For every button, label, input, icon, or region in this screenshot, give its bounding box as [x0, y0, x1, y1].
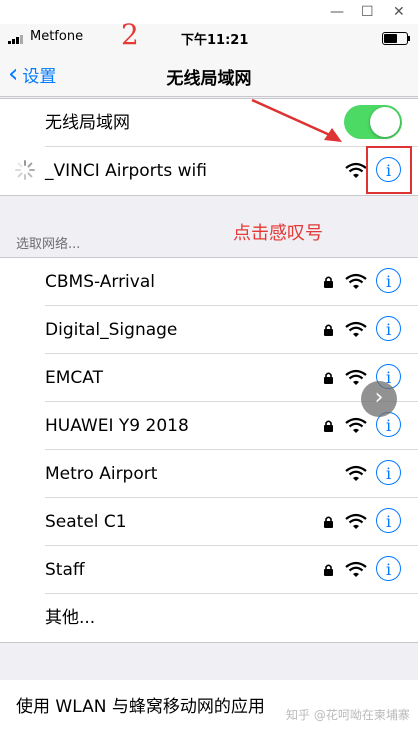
wifi-signal-icon	[345, 321, 367, 337]
network-row[interactable]: Staff i	[0, 546, 418, 594]
wifi-signal-icon	[345, 465, 367, 481]
network-row[interactable]: Metro Airport i	[0, 450, 418, 498]
network-name: HUAWEI Y9 2018	[45, 416, 189, 436]
window-title-bar: — ☐ ✕	[0, 0, 418, 24]
lock-icon	[324, 420, 333, 432]
network-name: CBMS-Arrival	[45, 272, 155, 292]
battery-icon	[382, 32, 410, 45]
section-header: 选取网络...	[16, 237, 81, 252]
lock-icon	[324, 564, 333, 576]
scroll-next-button[interactable]: ›	[361, 381, 397, 417]
network-name: Seatel C1	[45, 512, 127, 532]
network-row[interactable]: CBMS-Arrival i	[0, 258, 418, 306]
info-icon[interactable]: i	[376, 556, 401, 581]
info-icon[interactable]: i	[376, 268, 401, 293]
network-name: Metro Airport	[45, 464, 158, 484]
status-bar: Metfone 下午11:21	[0, 24, 418, 52]
network-name: EMCAT	[45, 368, 103, 388]
network-row[interactable]: HUAWEI Y9 2018 i	[0, 402, 418, 450]
lock-icon	[324, 324, 333, 336]
apps-using-wlan-label: 使用 WLAN 与蜂窝移动网的应用	[16, 697, 265, 717]
network-row[interactable]: EMCAT i	[0, 354, 418, 402]
wifi-signal-icon	[345, 561, 367, 577]
wifi-signal-icon	[345, 162, 367, 178]
networks-list: CBMS-Arrival i Digital_Signage i EMCAT i HUAWE…	[0, 257, 418, 643]
minimize-button[interactable]: —	[330, 2, 344, 22]
connected-network-name: _VINCI Airports wifi	[45, 161, 207, 181]
close-button[interactable]: ✕	[393, 2, 405, 22]
network-row[interactable]: Digital_Signage i	[0, 306, 418, 354]
lock-icon	[324, 516, 333, 528]
status-time: 下午11:21	[181, 33, 249, 48]
wifi-signal-icon	[345, 513, 367, 529]
annotation-step-number: 2	[121, 18, 139, 51]
info-icon[interactable]: i	[376, 508, 401, 533]
signal-strength-icon	[8, 34, 26, 44]
wifi-signal-icon	[345, 417, 367, 433]
other-network-label: 其他...	[45, 608, 96, 628]
annotation-highlight-box	[366, 146, 412, 194]
lock-icon	[324, 276, 333, 288]
wifi-toggle-label: 无线局域网	[45, 113, 130, 133]
page-title: 无线局域网	[166, 69, 252, 89]
network-name: Digital_Signage	[45, 320, 178, 340]
network-row[interactable]: Seatel C1 i	[0, 498, 418, 546]
wifi-signal-icon	[345, 369, 367, 385]
watermark: 知乎 @花呵呦在柬埔寨	[286, 708, 410, 722]
carrier-name: Metfone	[30, 29, 84, 44]
maximize-button[interactable]: ☐	[361, 2, 374, 22]
info-icon[interactable]: i	[376, 316, 401, 341]
network-name: Staff	[45, 560, 85, 580]
wifi-signal-icon	[345, 273, 367, 289]
navigation-bar: ‹ 设置 无线局域网	[0, 52, 418, 97]
info-icon[interactable]: i	[376, 460, 401, 485]
annotation-arrow	[251, 98, 342, 142]
loading-spinner-icon	[15, 160, 35, 180]
lock-icon	[324, 372, 333, 384]
annotation-text: 点击感叹号	[233, 223, 323, 244]
connected-network-row[interactable]: _VINCI Airports wifi i	[0, 147, 418, 195]
other-network-row[interactable]: 其他...	[0, 594, 418, 642]
wifi-toggle-switch[interactable]	[344, 105, 402, 139]
